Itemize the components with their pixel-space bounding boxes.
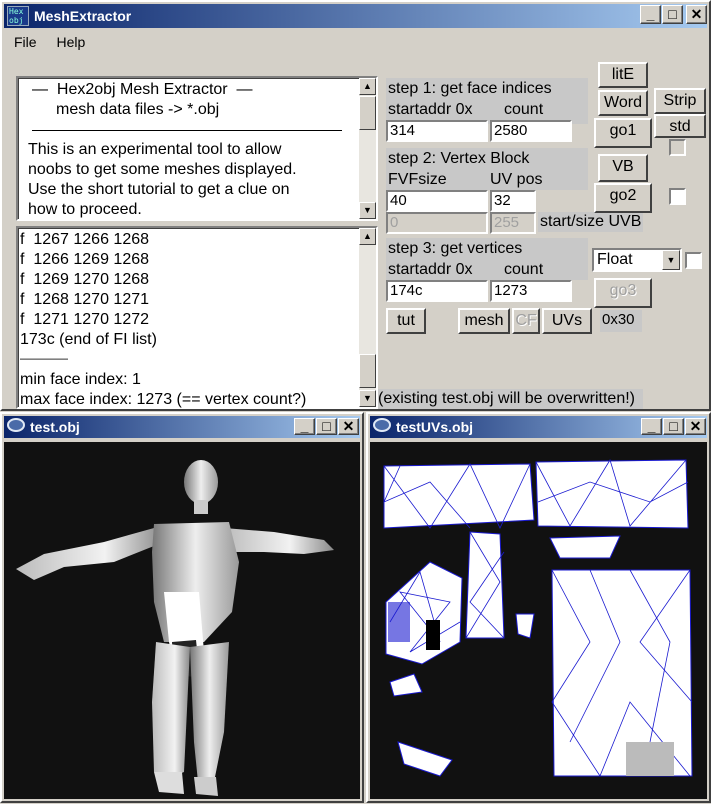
maximize-button[interactable]: □ — [663, 418, 684, 435]
log-line: f 1267 1266 1268 — [20, 231, 150, 248]
menubar: File Help — [6, 32, 93, 54]
viewer1-title: test.obj — [30, 419, 80, 435]
scroll-thumb[interactable] — [359, 354, 376, 388]
step3-title: step 3: get vertices — [388, 240, 523, 257]
uvb-start-input: 0 — [386, 212, 488, 234]
human-mesh-render — [16, 460, 334, 796]
scroll-up-arrow-icon[interactable]: ▲ — [359, 78, 376, 95]
go2-checkbox[interactable] — [669, 188, 686, 205]
main-window: MeshExtractor Hex obj _ □ ✕ File Help — … — [0, 0, 711, 411]
minimize-button[interactable]: _ — [641, 418, 662, 435]
step2-title: step 2: Vertex Block — [388, 150, 530, 167]
info-textbox[interactable]: — Hex2obj Mesh Extractor — mesh data fil… — [16, 76, 378, 221]
close-button[interactable]: ✕ — [338, 418, 359, 435]
chevron-down-icon[interactable]: ▼ — [662, 250, 680, 270]
step2-uvpos-label: UV pos — [490, 171, 543, 188]
info-line-3: This is an experimental tool to allow — [28, 141, 282, 158]
log-line: ———— — [20, 351, 68, 365]
float-checkbox[interactable] — [685, 252, 702, 269]
std-button[interactable]: std — [654, 114, 706, 138]
lite-button[interactable]: litE — [598, 62, 648, 88]
mesh-viewer-window: test.obj _ □ ✕ — [0, 412, 364, 803]
step1-title: step 1: get face indices — [388, 80, 552, 97]
main-titlebar: MeshExtractor — [4, 4, 707, 28]
std-checkbox[interactable] — [669, 139, 686, 156]
uv-layout-render — [383, 459, 693, 777]
vb-button[interactable]: VB — [598, 154, 648, 182]
overwrite-note: (existing test.obj will be overwritten!) — [378, 389, 643, 409]
viewer2-title: testUVs.obj — [396, 419, 474, 435]
scroll-thumb[interactable] — [359, 96, 376, 130]
go3-button: go3 — [594, 278, 652, 308]
tut-button[interactable]: tut — [386, 308, 426, 334]
cf-button: CF — [512, 308, 540, 334]
info-line-1: — Hex2obj Mesh Extractor — — [32, 81, 253, 98]
log-line: f 1271 1270 1272 — [20, 311, 150, 328]
info-line-4: noobs to get some meshes displayed. — [28, 161, 297, 178]
log-scrollbar[interactable]: ▲ ▼ — [359, 228, 376, 407]
info-line-2: mesh data files -> *.obj — [56, 101, 220, 118]
log-line: max face index: 1273 (== vertex count?) — [20, 391, 307, 408]
step3-count-input[interactable]: 1273 — [490, 280, 572, 302]
step2-fvf-label: FVFsize — [388, 171, 447, 188]
viewer-icon — [7, 418, 25, 432]
log-line: f 1268 1270 1271 — [20, 291, 150, 308]
uv-pos-input[interactable]: 32 — [490, 190, 536, 212]
scroll-down-arrow-icon[interactable]: ▼ — [359, 390, 376, 407]
scroll-down-arrow-icon[interactable]: ▼ — [359, 202, 376, 219]
app-title: MeshExtractor — [34, 8, 132, 24]
minimize-button[interactable]: _ — [640, 5, 661, 24]
uv-viewport[interactable] — [370, 442, 707, 799]
step3-startaddr-input[interactable]: 174c — [386, 280, 488, 302]
log-textbox[interactable]: f 1267 1266 1268 f 1266 1269 1268 f 1269… — [16, 226, 378, 409]
maximize-button[interactable]: □ — [662, 5, 683, 24]
log-line: 173c (end of FI list) — [20, 331, 157, 348]
strip-button[interactable]: Strip — [654, 88, 706, 114]
mesh-button[interactable]: mesh — [458, 308, 510, 334]
minimize-button[interactable]: _ — [294, 418, 315, 435]
log-line: min face index: 1 — [20, 371, 141, 388]
format-select[interactable]: Float ▼ — [592, 248, 682, 272]
step3-count-label: count — [504, 261, 544, 278]
close-button[interactable]: ✕ — [686, 5, 707, 24]
info-line-5: Use the short tutorial to get a clue on — [28, 181, 290, 198]
fvf-hex-label: 0x30 — [600, 310, 642, 332]
info-line-6: how to proceed. — [28, 201, 142, 218]
go1-button[interactable]: go1 — [594, 118, 652, 148]
fvf-size-input[interactable]: 40 — [386, 190, 488, 212]
log-line: f 1266 1269 1268 — [20, 251, 150, 268]
format-select-value: Float — [597, 251, 633, 268]
app-icon-text: Hex obj — [9, 7, 24, 25]
uvb-size-input: 255 — [490, 212, 536, 234]
maximize-button[interactable]: □ — [316, 418, 337, 435]
scroll-up-arrow-icon[interactable]: ▲ — [359, 228, 376, 245]
uv-viewer-window: testUVs.obj _ □ ✕ — [366, 412, 711, 803]
viewer-icon — [373, 418, 391, 432]
word-button[interactable]: Word — [598, 90, 648, 116]
step1-startaddr-label: startaddr 0x — [388, 101, 473, 118]
log-line: f 1269 1270 1268 — [20, 271, 150, 288]
go2-button[interactable]: go2 — [594, 183, 652, 213]
menu-help[interactable]: Help — [48, 32, 93, 52]
step1-count-input[interactable]: 2580 — [490, 120, 572, 142]
step1-count-label: count — [504, 101, 544, 118]
uvb-label: start/size UVB — [538, 212, 644, 232]
uvs-button[interactable]: UVs — [542, 308, 592, 334]
mesh-viewport[interactable] — [4, 442, 360, 799]
app-icon: Hex obj — [7, 6, 29, 26]
step1-startaddr-input[interactable]: 314 — [386, 120, 488, 142]
close-button[interactable]: ✕ — [685, 418, 706, 435]
info-scrollbar[interactable]: ▲ ▼ — [359, 78, 376, 219]
info-divider — [32, 130, 342, 131]
step3-startaddr-label: startaddr 0x — [388, 261, 473, 278]
menu-file[interactable]: File — [6, 32, 45, 52]
